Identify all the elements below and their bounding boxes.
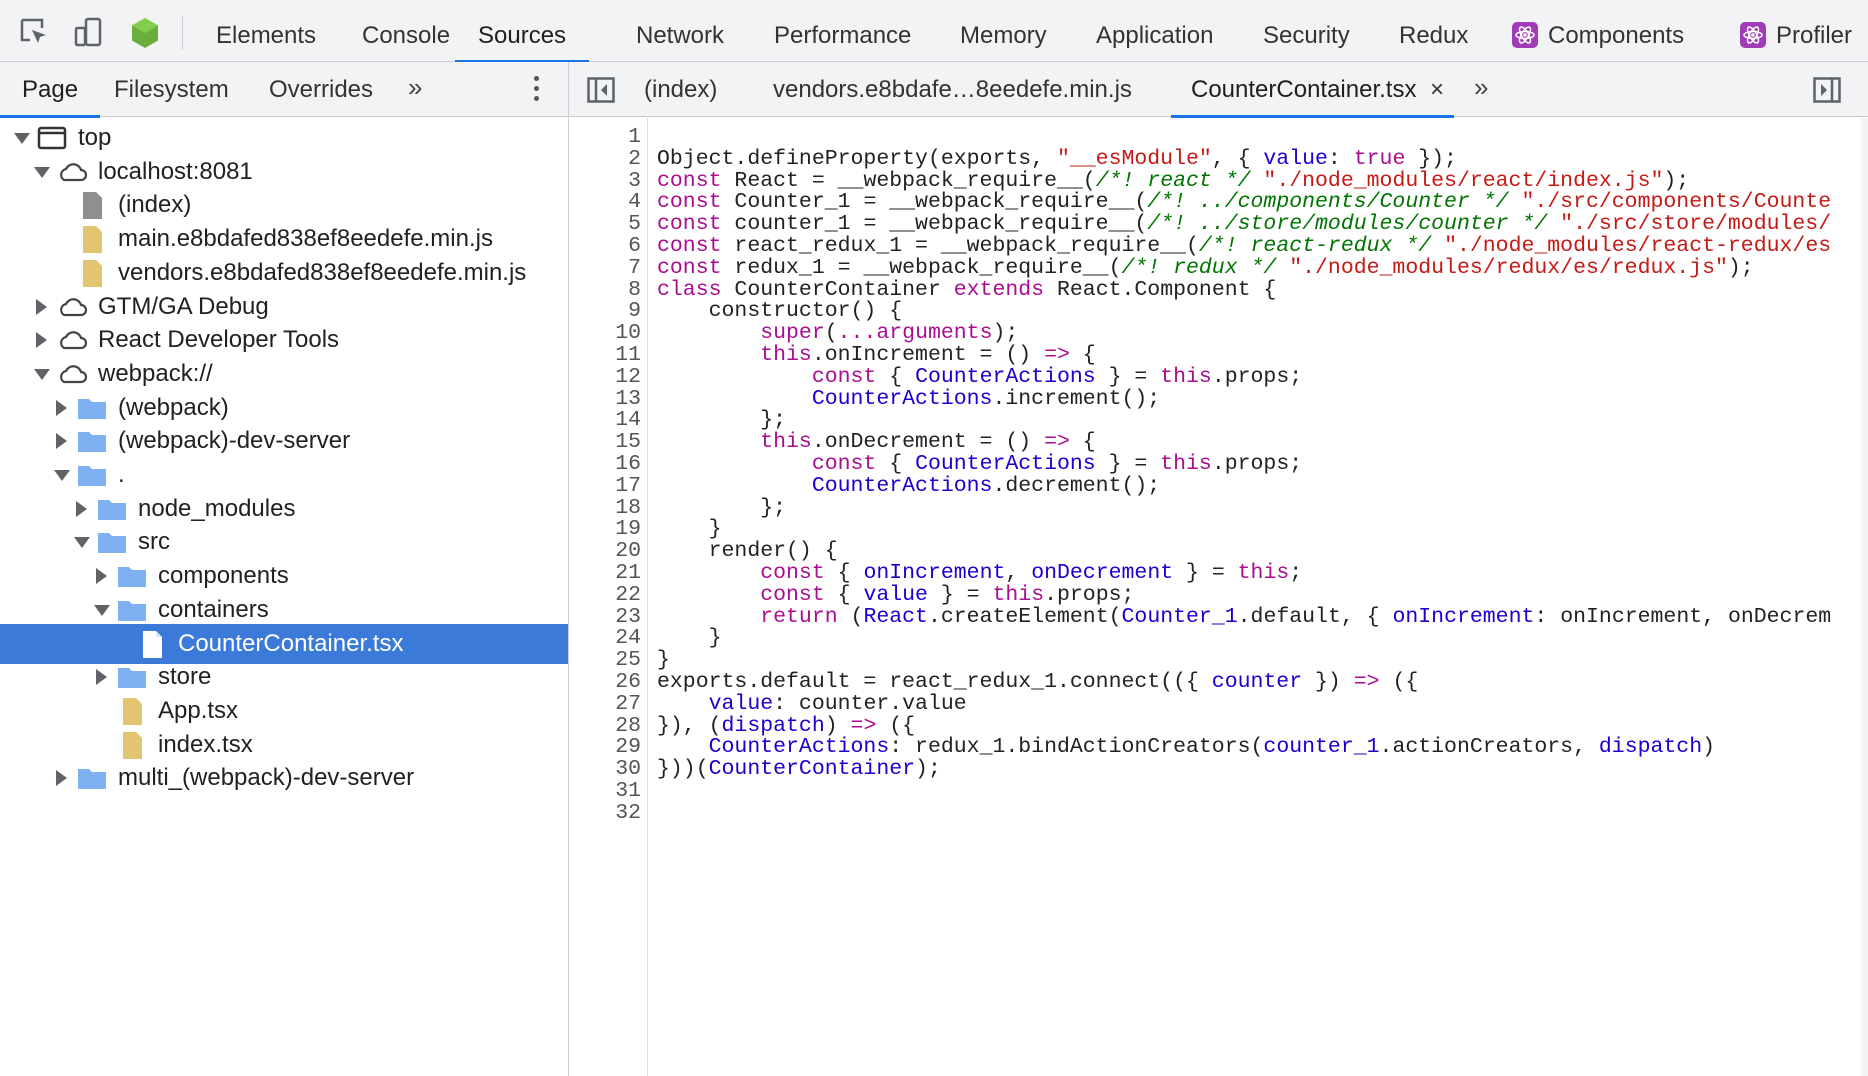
- file-js-icon: [116, 729, 148, 761]
- file-gray-icon: [76, 189, 108, 221]
- folder-icon: [116, 560, 148, 592]
- tab-filesystem[interactable]: Filesystem: [114, 62, 229, 117]
- tab-page[interactable]: Page: [0, 62, 101, 118]
- cloud-icon: [56, 156, 88, 188]
- folder-icon: [96, 493, 128, 525]
- file-js-icon: [116, 695, 148, 727]
- toggle-navigator-icon[interactable]: [587, 77, 615, 103]
- tab-memory[interactable]: Memory: [960, 0, 1047, 62]
- editor-tab-index[interactable]: (index): [644, 62, 717, 117]
- vertical-scrollbar[interactable]: [1861, 118, 1868, 1076]
- react-icon: [1512, 21, 1538, 48]
- tree-item-label: multi_(webpack)-dev-server: [118, 764, 415, 792]
- file-white-icon: [136, 628, 168, 660]
- cloud-icon: [56, 291, 88, 323]
- tab-components[interactable]: Components: [1512, 0, 1684, 62]
- close-tab-icon[interactable]: ×: [1430, 62, 1444, 117]
- tab-profiler[interactable]: Profiler: [1740, 0, 1852, 62]
- more-editor-tabs-icon[interactable]: »: [1474, 72, 1488, 103]
- navigator-tabs: Page Filesystem Overrides »: [0, 62, 568, 118]
- cloud-icon: [56, 324, 88, 356]
- file-js-icon: [76, 257, 108, 289]
- tab-performance[interactable]: Performance: [774, 0, 911, 62]
- tab-elements[interactable]: Elements: [216, 0, 316, 62]
- collapsed-arrow-icon[interactable]: [52, 758, 70, 798]
- frame-icon: [36, 122, 68, 154]
- more-options-icon[interactable]: [534, 76, 540, 106]
- tab-sources[interactable]: Sources: [455, 0, 590, 63]
- more-tabs-icon[interactable]: »: [408, 72, 422, 103]
- tab-application[interactable]: Application: [1096, 0, 1213, 62]
- file-js-icon: [76, 223, 108, 255]
- code-line[interactable]: 32: [569, 800, 1868, 826]
- folder-icon: [116, 594, 148, 626]
- inspect-element-icon[interactable]: [18, 16, 52, 50]
- nodejs-icon[interactable]: [128, 16, 162, 50]
- folder-icon: [76, 762, 108, 794]
- sources-navigator: Page Filesystem Overrides » top localhost…: [0, 62, 569, 1076]
- tab-network[interactable]: Network: [636, 0, 724, 62]
- code-editor: (index) vendors.e8bdafe…8eedefe.min.js C…: [569, 62, 1868, 1076]
- tab-console[interactable]: Console: [362, 0, 450, 62]
- editor-tabs: (index) vendors.e8bdafe…8eedefe.min.js C…: [569, 62, 1868, 118]
- folder-icon: [76, 459, 108, 491]
- device-toolbar-icon[interactable]: [72, 16, 106, 50]
- react-icon: [1740, 21, 1766, 48]
- folder-icon: [76, 425, 108, 457]
- editor-tab-vendors[interactable]: vendors.e8bdafe…8eedefe.min.js: [773, 62, 1132, 117]
- devtools-toolbar: Elements Console Sources Network Perform…: [0, 0, 1868, 63]
- folder-icon: [116, 661, 148, 693]
- folder-icon: [76, 392, 108, 424]
- tab-profiler-label: Profiler: [1776, 22, 1853, 49]
- tab-redux[interactable]: Redux: [1399, 0, 1468, 62]
- tab-security[interactable]: Security: [1263, 0, 1350, 62]
- tree-item[interactable]: multi_(webpack)-dev-server: [0, 758, 568, 798]
- cloud-icon: [56, 358, 88, 390]
- folder-icon: [96, 526, 128, 558]
- toolbar-divider: [182, 16, 183, 50]
- tab-components-label: Components: [1548, 22, 1685, 49]
- editor-tab-countercontainer[interactable]: CounterContainer.tsx: [1170, 62, 1456, 118]
- toggle-debugger-icon[interactable]: [1813, 77, 1841, 103]
- tab-overrides[interactable]: Overrides: [269, 62, 373, 117]
- line-number[interactable]: 32: [569, 800, 641, 826]
